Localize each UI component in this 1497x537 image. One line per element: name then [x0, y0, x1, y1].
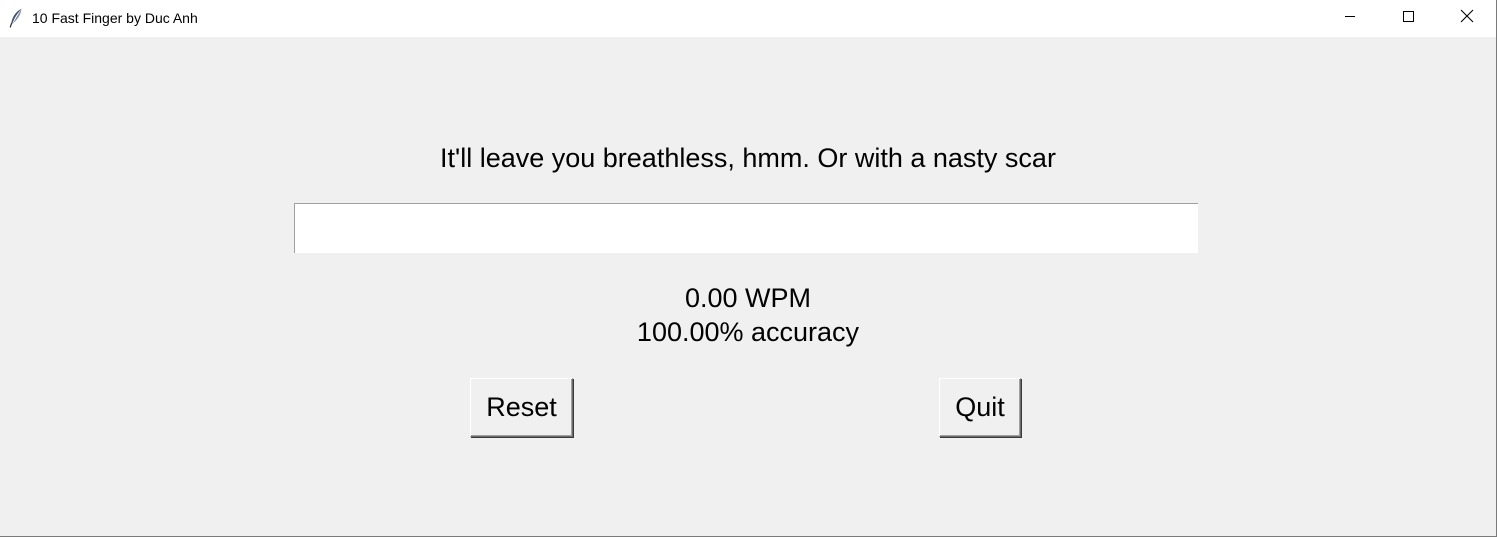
close-icon: [1460, 9, 1474, 28]
target-sentence: It'll leave you breathless, hmm. Or with…: [440, 143, 1056, 173]
quit-button[interactable]: Quit: [939, 378, 1021, 437]
window-title: 10 Fast Finger by Duc Anh: [32, 10, 198, 26]
accuracy-label: 100.00% accuracy: [636, 317, 860, 347]
maximize-button[interactable]: [1379, 0, 1437, 36]
close-button[interactable]: [1438, 0, 1496, 36]
feather-icon: [9, 8, 23, 28]
maximize-icon: [1402, 9, 1414, 27]
reset-button[interactable]: Reset: [470, 378, 573, 437]
typing-input[interactable]: [294, 203, 1198, 253]
minimize-icon: [1344, 9, 1356, 27]
title-bar[interactable]: 10 Fast Finger by Duc Anh: [0, 0, 1496, 37]
minimize-button[interactable]: [1321, 0, 1379, 36]
wpm-label: 0.00 WPM: [684, 283, 812, 313]
main-panel: It'll leave you breathless, hmm. Or with…: [0, 37, 1496, 536]
app-window: 10 Fast Finger by Duc Anh It'll leave yo…: [0, 0, 1497, 537]
